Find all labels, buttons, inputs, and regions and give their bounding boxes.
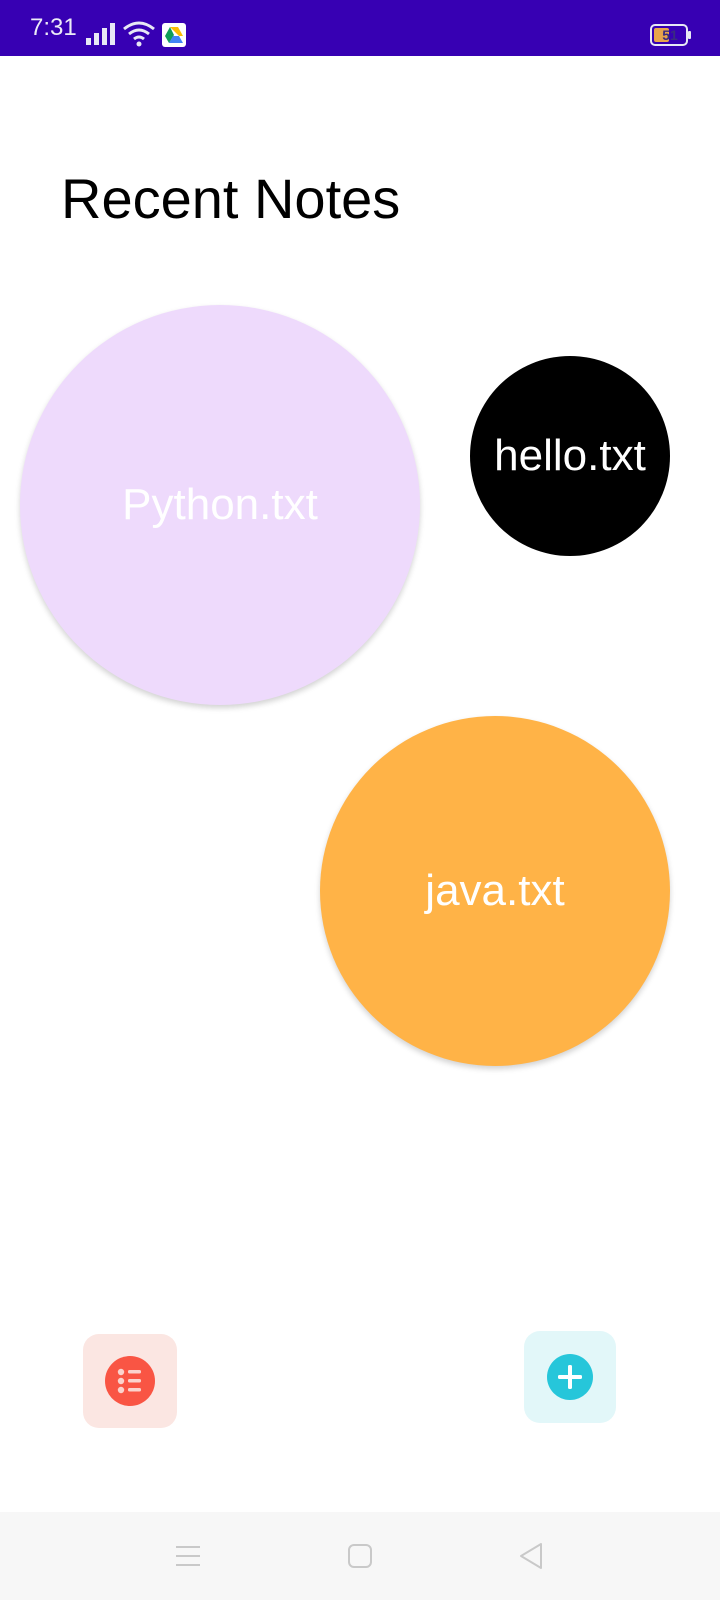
wifi-icon [123,21,155,47]
nav-back-button[interactable] [509,1534,553,1578]
note-bubble-hello[interactable]: hello.txt [470,356,670,556]
navigation-bar [0,1512,720,1600]
signal-icon [86,23,115,45]
note-label: java.txt [425,866,565,915]
note-bubble-python[interactable]: Python.txt [20,305,420,705]
nav-home-button[interactable] [338,1534,382,1578]
home-square-icon [348,1544,372,1568]
nav-menu-button[interactable] [166,1534,210,1578]
plus-icon [547,1354,593,1400]
back-triangle-icon [520,1543,542,1569]
page-title: Recent Notes [61,167,401,230]
status-bar: 7:31 51 [0,0,720,56]
add-note-button[interactable] [524,1331,616,1423]
status-time: 7:31 [30,14,77,41]
note-label: hello.txt [494,431,646,480]
list-icon [105,1356,155,1406]
menu-icon [176,1546,200,1566]
google-drive-icon [162,23,186,47]
note-label: Python.txt [122,480,318,529]
view-list-button[interactable] [83,1334,177,1428]
battery-level: 51 [662,27,678,43]
screen: 7:31 51 Recent Notes Python.txt hello.tx… [0,0,720,1600]
note-bubble-java[interactable]: java.txt [320,716,670,1066]
